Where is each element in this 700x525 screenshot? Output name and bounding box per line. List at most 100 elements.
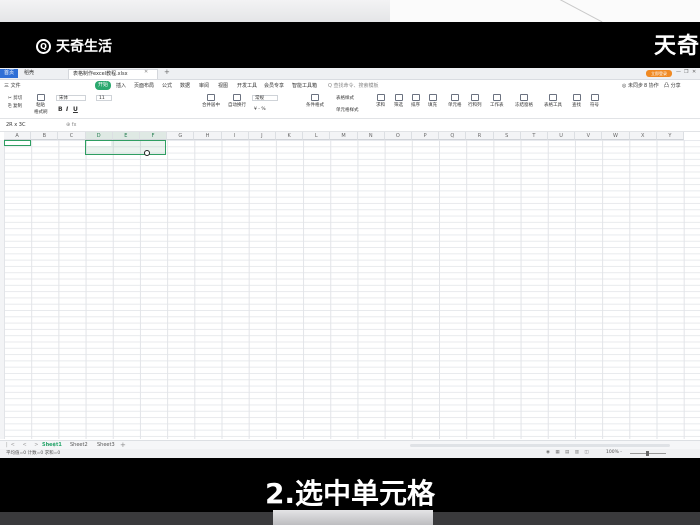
fx-icon[interactable]: ⊕ fx bbox=[66, 122, 77, 128]
column-header[interactable]: Y bbox=[656, 132, 684, 140]
share-button[interactable]: 凸 分享 bbox=[664, 82, 681, 89]
wrap-icon bbox=[233, 94, 241, 101]
font-size-select[interactable]: 11 bbox=[96, 95, 112, 101]
view-mode-icons[interactable]: ◉ ▦ ▤ ▥ ◫ bbox=[546, 450, 591, 455]
symbol-label: 符号 bbox=[590, 103, 599, 108]
close-window-icon[interactable]: ✕ bbox=[692, 69, 696, 75]
column-header[interactable]: L bbox=[303, 132, 331, 140]
freeze-icon bbox=[520, 94, 528, 101]
column-header[interactable]: P bbox=[412, 132, 440, 140]
column-header[interactable]: E bbox=[112, 132, 140, 140]
column-header[interactable]: D bbox=[85, 132, 113, 140]
conditional-icon bbox=[311, 94, 319, 101]
table-style-button[interactable]: 表格样式 bbox=[336, 95, 354, 101]
horizontal-scrollbar[interactable] bbox=[410, 444, 670, 447]
underline-button[interactable]: U bbox=[73, 106, 78, 113]
copy-button[interactable]: ⎘ 复制 bbox=[8, 103, 22, 109]
restore-icon[interactable]: ❐ bbox=[684, 69, 688, 75]
column-header[interactable]: M bbox=[330, 132, 358, 140]
column-header[interactable]: W bbox=[602, 132, 630, 140]
find-label: 查找 bbox=[572, 103, 581, 108]
table-tools-button[interactable]: 表格工具 bbox=[544, 94, 562, 108]
sync-status[interactable]: ◎ 未同步 bbox=[622, 82, 643, 89]
filter-button[interactable]: 筛选 bbox=[394, 94, 403, 108]
column-header[interactable]: B bbox=[31, 132, 59, 140]
merge-center-button[interactable]: 合并居中 bbox=[202, 94, 220, 108]
column-header[interactable]: X bbox=[629, 132, 657, 140]
add-sheet-button[interactable]: + bbox=[120, 441, 126, 449]
tab-docer[interactable]: 稻壳 bbox=[20, 69, 38, 78]
column-header[interactable]: S bbox=[493, 132, 521, 140]
tab-close-icon[interactable]: ✕ bbox=[144, 69, 148, 75]
name-box[interactable]: 2R x 3C bbox=[6, 122, 56, 129]
column-header[interactable]: U bbox=[548, 132, 576, 140]
number-format-select[interactable]: 常规 bbox=[252, 95, 278, 101]
column-header[interactable]: C bbox=[58, 132, 86, 140]
symbol-button[interactable]: 符号 bbox=[590, 94, 599, 108]
menu-view[interactable]: 视图 bbox=[218, 82, 228, 89]
sheet-tab-sheet1[interactable]: Sheet1 bbox=[42, 442, 62, 448]
tab-home[interactable]: 首页 bbox=[0, 69, 19, 78]
freeze-panes-button[interactable]: 冻结窗格 bbox=[515, 94, 533, 108]
bold-button[interactable]: B bbox=[58, 106, 63, 113]
login-button[interactable]: 立即登录 bbox=[646, 70, 672, 77]
cut-button[interactable]: ✂ 剪切 bbox=[8, 95, 22, 101]
menu-formula[interactable]: 公式 bbox=[162, 82, 172, 89]
wrap-text-button[interactable]: 自动换行 bbox=[228, 94, 246, 108]
worksheet-button[interactable]: 工作表 bbox=[490, 94, 504, 108]
active-cell-a1[interactable] bbox=[4, 140, 31, 146]
menu-page-layout[interactable]: 页面布局 bbox=[134, 82, 154, 89]
currency-percent-buttons[interactable]: ¥ - % bbox=[254, 107, 266, 112]
minimize-icon[interactable]: — bbox=[676, 69, 681, 75]
menu-file[interactable]: 三 文件 bbox=[4, 82, 21, 89]
column-header[interactable]: N bbox=[357, 132, 385, 140]
font-name-select[interactable]: 宋体 bbox=[56, 95, 86, 101]
format-painter-button[interactable]: 格式刷 bbox=[34, 109, 48, 115]
photo-background bbox=[0, 0, 700, 23]
new-tab-button[interactable]: + bbox=[164, 68, 170, 76]
column-header[interactable]: G bbox=[167, 132, 195, 140]
menu-review[interactable]: 审阅 bbox=[199, 82, 209, 89]
collaborate-button[interactable]: 8 协作 bbox=[644, 82, 659, 89]
italic-button[interactable]: I bbox=[66, 106, 68, 113]
menu-insert[interactable]: 插入 bbox=[116, 82, 126, 89]
menu-data[interactable]: 数据 bbox=[180, 82, 190, 89]
column-header[interactable]: O bbox=[384, 132, 412, 140]
cell-area[interactable] bbox=[4, 140, 700, 439]
column-header[interactable]: R bbox=[466, 132, 494, 140]
paste-icon bbox=[36, 94, 45, 101]
logo-text: 天奇生活 bbox=[56, 39, 112, 55]
menu-developer[interactable]: 开发工具 bbox=[237, 82, 257, 89]
wrap-label: 自动换行 bbox=[228, 103, 246, 108]
column-header[interactable]: F bbox=[140, 132, 168, 140]
column-header[interactable]: T bbox=[520, 132, 548, 140]
menu-start[interactable]: 开始 bbox=[95, 81, 111, 90]
zoom-slider-knob[interactable] bbox=[646, 451, 649, 456]
column-header[interactable]: Q bbox=[439, 132, 467, 140]
fill-button[interactable]: 填充 bbox=[428, 94, 437, 108]
column-header[interactable]: V bbox=[575, 132, 603, 140]
column-header[interactable]: H bbox=[194, 132, 222, 140]
zoom-level[interactable]: 100% - bbox=[606, 450, 622, 455]
paste-button[interactable]: 粘贴 bbox=[36, 94, 45, 108]
command-search[interactable]: Q 查找命令、搜索模板 bbox=[328, 82, 379, 89]
sheet-tab-sheet3[interactable]: Sheet3 bbox=[97, 442, 115, 448]
sheet-grid[interactable]: ABCDEFGHIJKLMNOPQRSTUVWXY bbox=[0, 132, 700, 439]
menu-member[interactable]: 会员专享 bbox=[264, 82, 284, 89]
cell-style-button[interactable]: 单元格样式 bbox=[336, 107, 359, 113]
sum-button[interactable]: 求和 bbox=[376, 94, 385, 108]
sort-button[interactable]: 排序 bbox=[411, 94, 420, 108]
active-cell-d1[interactable] bbox=[87, 141, 111, 146]
column-header[interactable]: J bbox=[248, 132, 276, 140]
table-tools-label: 表格工具 bbox=[544, 103, 562, 108]
sheet-tab-sheet2[interactable]: Sheet2 bbox=[70, 442, 88, 448]
cell-button[interactable]: 单元格 bbox=[448, 94, 462, 108]
menu-smart-tools[interactable]: 智能工具箱 bbox=[292, 82, 317, 89]
column-header[interactable]: A bbox=[4, 132, 32, 140]
column-header[interactable]: I bbox=[221, 132, 249, 140]
row-col-button[interactable]: 行和列 bbox=[468, 94, 482, 108]
column-header[interactable]: K bbox=[276, 132, 304, 140]
conditional-format-button[interactable]: 条件格式 bbox=[306, 94, 324, 108]
find-button[interactable]: 查找 bbox=[572, 94, 581, 108]
desk-paper bbox=[390, 0, 700, 23]
